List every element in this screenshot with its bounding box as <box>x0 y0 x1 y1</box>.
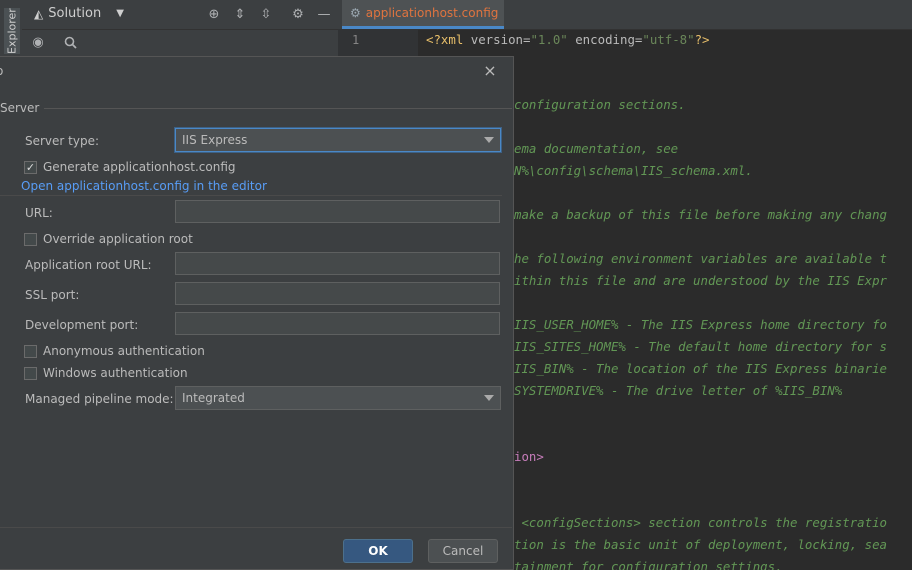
dev-port-field[interactable] <box>175 312 500 335</box>
override-root-row[interactable]: Override application root <box>24 232 193 246</box>
override-root-checkbox[interactable] <box>24 232 37 246</box>
url-field[interactable] <box>175 200 500 223</box>
config-file-icon: ⚙ <box>350 6 361 20</box>
collapse-all-icon[interactable]: ⇳ <box>258 6 274 22</box>
locate-icon[interactable]: ⊕ <box>206 6 222 22</box>
button-bar-divider <box>0 527 512 528</box>
code-line: <?xml version="1.0" encoding="utf-8"?> <box>426 32 710 47</box>
minimize-icon[interactable]: — <box>316 6 332 22</box>
dialog-title: o <box>0 64 3 78</box>
chevron-down-icon: ▼ <box>116 8 124 19</box>
code-line: N%\config\schema\IIS_schema.xml. <box>514 163 753 178</box>
open-config-link[interactable]: Open applicationhost.config in the edito… <box>21 179 267 193</box>
windows-auth-checkbox[interactable] <box>24 366 37 380</box>
generate-config-row[interactable]: ✓ Generate applicationhost.config <box>24 160 236 174</box>
override-root-label: Override application root <box>43 232 193 246</box>
solution-selector-label: Solution <box>48 6 102 21</box>
cancel-button[interactable]: Cancel <box>428 539 498 563</box>
code-line: ion> <box>514 449 544 464</box>
anon-auth-row[interactable]: Anonymous authentication <box>24 344 205 358</box>
anon-auth-label: Anonymous authentication <box>43 344 205 358</box>
explorer-side-tab[interactable]: Explorer <box>4 8 20 54</box>
code-line: IIS_USER_HOME% - The IIS Express home di… <box>514 317 887 332</box>
generate-config-label: Generate applicationhost.config <box>43 160 236 174</box>
code-line: make a backup of this file before making… <box>514 207 887 222</box>
app-root-url-label: Application root URL: <box>25 258 152 272</box>
editor-tab-bar: ⚙ applicationhost.config <box>338 0 912 30</box>
group-divider <box>44 108 512 109</box>
code-line: ithin this file and are understood by th… <box>514 273 887 288</box>
ssl-port-field[interactable] <box>175 282 500 305</box>
explorer-toolbar: ◭ Solution ▼ ⊕ ⇕ ⇳ ⚙ — <box>22 0 338 30</box>
gear-icon[interactable]: ⚙ <box>290 6 306 22</box>
code-line: he following environment variables are a… <box>514 251 887 266</box>
explorer-subtoolbar: ◉ <box>22 29 338 55</box>
show-files-icon[interactable]: ◉ <box>30 34 46 50</box>
chevron-down-icon <box>484 395 494 401</box>
search-icon[interactable] <box>62 34 78 50</box>
ok-button[interactable]: OK <box>343 539 413 563</box>
line-number: 1 <box>352 33 360 47</box>
expand-all-icon[interactable]: ⇕ <box>232 6 248 22</box>
windows-auth-label: Windows authentication <box>43 366 188 380</box>
server-type-dropdown[interactable]: IIS Express <box>175 128 501 152</box>
url-label: URL: <box>25 206 53 220</box>
solution-icon: ◭ <box>34 6 44 21</box>
dev-port-label: Development port: <box>25 318 139 332</box>
server-settings-dialog: o × Server Server type: IIS Express ✓ Ge… <box>0 56 514 570</box>
tab-applicationhost-config[interactable]: ⚙ applicationhost.config <box>342 0 505 29</box>
code-line: configuration sections. <box>514 97 686 112</box>
section-divider <box>0 195 502 196</box>
server-type-value: IIS Express <box>182 133 248 147</box>
pipeline-mode-dropdown[interactable]: Integrated <box>175 386 501 410</box>
code-line: tion is the basic unit of deployment, lo… <box>514 537 887 552</box>
anon-auth-checkbox[interactable] <box>24 344 37 358</box>
code-line: tainment for configuration settings. <box>514 559 783 570</box>
windows-auth-row[interactable]: Windows authentication <box>24 366 188 380</box>
tab-label: applicationhost.config <box>365 6 499 20</box>
code-line: IIS_SITES_HOME% - The default home direc… <box>514 339 887 354</box>
pipeline-mode-label: Managed pipeline mode: <box>25 392 174 406</box>
server-group-label: Server <box>0 101 40 115</box>
code-line: IIS_BIN% - The location of the IIS Expre… <box>514 361 887 376</box>
code-line: SYSTEMDRIVE% - The drive letter of %IIS_… <box>514 383 843 398</box>
ssl-port-label: SSL port: <box>25 288 80 302</box>
pipeline-mode-value: Integrated <box>182 391 245 405</box>
code-line: ema documentation, see <box>514 141 679 156</box>
solution-view-selector[interactable]: ◭ Solution ▼ <box>34 6 124 21</box>
app-root-url-field[interactable] <box>175 252 500 275</box>
close-icon[interactable]: × <box>482 63 498 79</box>
chevron-down-icon <box>484 137 494 143</box>
generate-config-checkbox[interactable]: ✓ <box>24 160 37 174</box>
dialog-title-bar: o × <box>0 57 512 87</box>
code-line: <configSections> section controls the re… <box>514 515 887 530</box>
server-type-label: Server type: <box>25 134 100 148</box>
